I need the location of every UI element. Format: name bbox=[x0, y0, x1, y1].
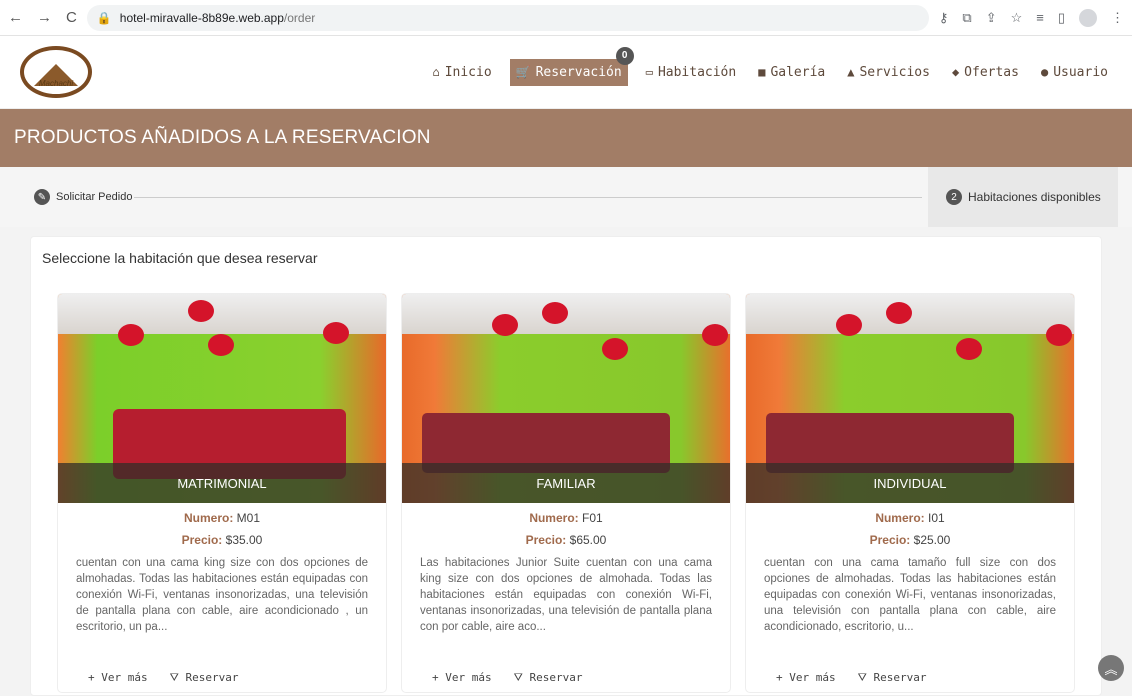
nav-habitacion[interactable]: ▭Habitación bbox=[642, 59, 741, 86]
room-description: cuentan con una cama tamaño full size co… bbox=[746, 555, 1074, 637]
translate-icon[interactable]: ⧉ bbox=[962, 10, 971, 26]
browser-nav: ← → C bbox=[8, 9, 77, 26]
back-icon[interactable]: ← bbox=[8, 9, 23, 26]
home-icon: ⌂ bbox=[432, 65, 439, 79]
hotel-logo[interactable]: Machachi bbox=[20, 46, 92, 98]
share-icon[interactable]: ⇪ bbox=[986, 10, 997, 26]
cart-icon: 🛒 bbox=[516, 65, 531, 79]
cart-count-badge: 0 bbox=[616, 47, 634, 65]
key-icon[interactable]: ⚷ bbox=[939, 10, 949, 26]
lock-icon: 🔒 bbox=[97, 11, 112, 25]
pencil-icon: ✎ bbox=[34, 189, 50, 205]
room-name: FAMILIAR bbox=[402, 463, 730, 503]
room-photo: FAMILIAR bbox=[402, 294, 730, 503]
room-description: cuentan con una cama king size con dos o… bbox=[58, 555, 386, 637]
room-selection-panel: Seleccione la habitación que desea reser… bbox=[30, 236, 1102, 696]
room-card: INDIVIDUAL Numero: I01 Precio: $25.00 cu… bbox=[745, 293, 1075, 693]
step-number: 2 bbox=[946, 189, 962, 205]
star-icon[interactable]: ☆ bbox=[1011, 10, 1023, 26]
basket-icon: ⛛ bbox=[170, 671, 179, 684]
tag-icon: ◆ bbox=[952, 65, 959, 79]
nav-reservacion[interactable]: 🛒Reservación0 bbox=[510, 59, 628, 86]
room-description: Las habitaciones Junior Suite cuentan co… bbox=[402, 555, 730, 637]
nav-usuario[interactable]: ●Usuario bbox=[1037, 59, 1112, 86]
nav-galeria[interactable]: ■Galería bbox=[754, 59, 829, 86]
reservar-button[interactable]: ⛛ Reservar bbox=[514, 671, 583, 685]
page-banner: PRODUCTOS AÑADIDOS A LA RESERVACION bbox=[0, 109, 1132, 167]
nav-ofertas[interactable]: ◆Ofertas bbox=[948, 59, 1023, 86]
eject-icon: ▲ bbox=[847, 65, 854, 79]
user-icon: ● bbox=[1041, 65, 1048, 79]
basket-icon: ⛛ bbox=[514, 671, 523, 684]
section-heading: Seleccione la habitación que desea reser… bbox=[42, 250, 1101, 266]
ver-mas-button[interactable]: + Ver más bbox=[88, 671, 148, 685]
nav-inicio[interactable]: ⌂Inicio bbox=[428, 59, 495, 86]
nav-servicios[interactable]: ▲Servicios bbox=[843, 59, 934, 86]
room-number: Numero: M01 bbox=[58, 511, 386, 525]
scroll-to-top-button[interactable]: ︽ bbox=[1098, 655, 1124, 681]
site-navbar: Machachi ⌂Inicio 🛒Reservación0 ▭Habitaci… bbox=[0, 36, 1132, 109]
room-card: MATRIMONIAL Numero: M01 Precio: $35.00 c… bbox=[57, 293, 387, 693]
address-bar[interactable]: 🔒 hotel-miravalle-8b89e.web.app/order bbox=[87, 5, 929, 31]
browser-tools: ⚷ ⧉ ⇪ ☆ ≡ ▯ ⋮ bbox=[939, 9, 1124, 27]
bed-icon: ▭ bbox=[646, 65, 653, 79]
url-host: hotel-miravalle-8b89e.web.app bbox=[120, 11, 284, 25]
page-title: PRODUCTOS AÑADIDOS A LA RESERVACION bbox=[14, 127, 431, 149]
main-menu: ⌂Inicio 🛒Reservación0 ▭Habitación ■Galer… bbox=[428, 59, 1112, 86]
reload-icon[interactable]: C bbox=[66, 9, 77, 26]
ver-mas-button[interactable]: + Ver más bbox=[776, 671, 836, 685]
room-number: Numero: I01 bbox=[746, 511, 1074, 525]
reservar-button[interactable]: ⛛ Reservar bbox=[170, 671, 239, 685]
room-actions: + Ver más ⛛ Reservar bbox=[746, 671, 1074, 685]
room-photo: INDIVIDUAL bbox=[746, 294, 1074, 503]
room-name: MATRIMONIAL bbox=[58, 463, 386, 503]
room-number: Numero: F01 bbox=[402, 511, 730, 525]
more-icon[interactable]: ⋮ bbox=[1111, 10, 1124, 26]
room-price: Precio: $25.00 bbox=[746, 533, 1074, 547]
order-stepper: ✎ Solicitar Pedido 2 Habitaciones dispon… bbox=[0, 167, 1132, 227]
image-icon: ■ bbox=[758, 65, 765, 79]
url-path: /order bbox=[284, 11, 315, 25]
room-card: FAMILIAR Numero: F01 Precio: $65.00 Las … bbox=[401, 293, 731, 693]
basket-icon: ⛛ bbox=[858, 671, 867, 684]
step-habitaciones-disponibles[interactable]: 2 Habitaciones disponibles bbox=[928, 167, 1118, 227]
double-chevron-up-icon: ︽ bbox=[1104, 659, 1117, 678]
ver-mas-button[interactable]: + Ver más bbox=[432, 671, 492, 685]
room-photo: MATRIMONIAL bbox=[58, 294, 386, 503]
stepper-line bbox=[134, 197, 922, 198]
step-solicitar-pedido[interactable]: ✎ Solicitar Pedido bbox=[0, 189, 132, 205]
reservar-button[interactable]: ⛛ Reservar bbox=[858, 671, 927, 685]
room-price: Precio: $35.00 bbox=[58, 533, 386, 547]
room-cards: MATRIMONIAL Numero: M01 Precio: $35.00 c… bbox=[57, 293, 1075, 693]
reading-list-icon[interactable]: ≡ bbox=[1036, 10, 1044, 25]
room-actions: + Ver más ⛛ Reservar bbox=[58, 671, 386, 685]
room-price: Precio: $65.00 bbox=[402, 533, 730, 547]
browser-toolbar: ← → C 🔒 hotel-miravalle-8b89e.web.app/or… bbox=[0, 0, 1132, 36]
room-actions: + Ver más ⛛ Reservar bbox=[402, 671, 730, 685]
profile-icon[interactable] bbox=[1079, 9, 1097, 27]
sidepanel-icon[interactable]: ▯ bbox=[1058, 10, 1065, 26]
forward-icon[interactable]: → bbox=[37, 9, 52, 26]
room-name: INDIVIDUAL bbox=[746, 463, 1074, 503]
